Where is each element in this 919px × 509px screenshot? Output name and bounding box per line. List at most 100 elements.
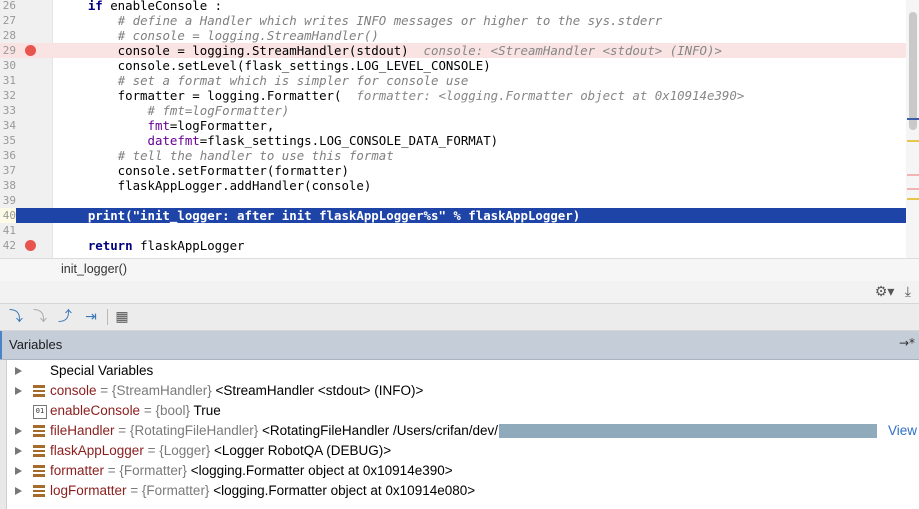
expand-arrow-icon[interactable]: [15, 367, 22, 375]
breadcrumb-function[interactable]: init_logger(): [61, 262, 127, 276]
bool-type-icon: 01: [33, 405, 47, 419]
step-into-my-code-icon[interactable]: ⤵: [8, 309, 24, 325]
code-token: # console = logging.StreamHandler(): [117, 28, 379, 43]
code-line[interactable]: 39: [0, 193, 906, 208]
line-number[interactable]: 41: [0, 223, 16, 238]
variable-row[interactable]: fileHandler = {RotatingFileHandler} <Rot…: [7, 421, 919, 441]
code-text[interactable]: if enableConsole :: [58, 0, 906, 13]
variable-row[interactable]: logFormatter = {Formatter} <logging.Form…: [7, 481, 919, 501]
run-to-cursor-icon[interactable]: ⇥: [83, 309, 99, 325]
line-number[interactable]: 37: [0, 163, 16, 178]
code-text[interactable]: return flaskAppLogger: [58, 238, 906, 253]
line-number[interactable]: 39: [0, 193, 16, 208]
code-line[interactable]: 42 return flaskAppLogger: [0, 238, 906, 253]
code-text[interactable]: console.setFormatter(formatter): [58, 163, 906, 178]
line-number[interactable]: 31: [0, 73, 16, 88]
line-number[interactable]: 26: [0, 0, 16, 13]
line-number[interactable]: 33: [0, 103, 16, 118]
line-number[interactable]: 29: [0, 43, 16, 58]
code-text[interactable]: # tell the handler to use this format: [58, 148, 906, 163]
code-line[interactable]: 29 console = logging.StreamHandler(stdou…: [0, 43, 906, 58]
expand-arrow-icon[interactable]: [15, 487, 22, 495]
code-text[interactable]: datefmt=flask_settings.LOG_CONSOLE_DATA_…: [58, 133, 906, 148]
pin-icon[interactable]: →*: [899, 336, 915, 350]
evaluate-expression-icon[interactable]: ▦: [114, 309, 130, 325]
gear-icon[interactable]: ⚙▾: [875, 284, 895, 300]
variable-value: True: [193, 403, 221, 418]
code-token: formatter = logging.Formatter(: [58, 88, 357, 103]
line-number[interactable]: 28: [0, 28, 16, 43]
line-number[interactable]: 40: [0, 208, 16, 223]
code-token: datefmt: [147, 133, 200, 148]
debug-panel-controls: ⚙▾ ⤓: [875, 284, 911, 300]
code-line[interactable]: 26 if enableConsole :: [0, 0, 906, 13]
code-text[interactable]: # define a Handler which writes INFO mes…: [58, 13, 906, 28]
variable-row[interactable]: Special Variables: [7, 361, 919, 381]
code-line[interactable]: 30 console.setLevel(flask_settings.LOG_L…: [0, 58, 906, 73]
code-line[interactable]: 34 fmt=logFormatter,: [0, 118, 906, 133]
line-number[interactable]: 27: [0, 13, 16, 28]
line-number[interactable]: 42: [0, 238, 16, 253]
code-text[interactable]: console = logging.StreamHandler(stdout) …: [58, 43, 906, 58]
line-number[interactable]: 32: [0, 88, 16, 103]
code-line[interactable]: 28 # console = logging.StreamHandler(): [0, 28, 906, 43]
code-token: formatter: <logging.Formatter object at …: [356, 88, 745, 103]
code-text[interactable]: console.setLevel(flask_settings.LOG_LEVE…: [58, 58, 906, 73]
editor-scrollbar[interactable]: [906, 0, 919, 258]
variable-name: Special Variables: [50, 363, 154, 378]
code-token: flaskAppLogger: [132, 238, 245, 253]
code-text[interactable]: # set a format which is simpler for cons…: [58, 73, 906, 88]
variable-value: <logging.Formatter object at 0x10914e390…: [190, 463, 453, 478]
line-number[interactable]: 30: [0, 58, 16, 73]
line-number[interactable]: 38: [0, 178, 16, 193]
expand-arrow-icon[interactable]: [15, 427, 22, 435]
line-number[interactable]: 34: [0, 118, 16, 133]
code-line[interactable]: 27 # define a Handler which writes INFO …: [0, 13, 906, 28]
code-token: console: <StreamHandler <stdout> (INFO)>: [423, 43, 722, 58]
variable-text: console = {StreamHandler} <StreamHandler…: [50, 381, 423, 401]
breadcrumb[interactable]: init_logger(): [0, 258, 919, 281]
variable-row[interactable]: 01 enableConsole = {bool} True: [7, 401, 919, 421]
variable-row[interactable]: formatter = {Formatter} <logging.Formatt…: [7, 461, 919, 481]
line-number[interactable]: 36: [0, 148, 16, 163]
code-line[interactable]: 41: [0, 223, 906, 238]
code-line[interactable]: 32 formatter = logging.Formatter( format…: [0, 88, 906, 103]
code-text[interactable]: fmt=logFormatter,: [58, 118, 906, 133]
code-text[interactable]: flaskAppLogger.addHandler(console): [58, 178, 906, 193]
expand-arrow-icon[interactable]: [15, 387, 22, 395]
breakpoint-icon[interactable]: [25, 45, 36, 56]
variable-type: = {RotatingFileHandler}: [114, 423, 263, 438]
code-line[interactable]: 40 print("init_logger: after init flaskA…: [0, 208, 906, 223]
code-line[interactable]: 38 flaskAppLogger.addHandler(console): [0, 178, 906, 193]
line-number[interactable]: 35: [0, 133, 16, 148]
variable-row[interactable]: flaskAppLogger = {Logger} <Logger RobotQ…: [7, 441, 919, 461]
object-type-icon: [33, 465, 45, 477]
step-out-icon[interactable]: ⤴: [57, 309, 73, 325]
code-line[interactable]: 35 datefmt=flask_settings.LOG_CONSOLE_DA…: [0, 133, 906, 148]
variable-row[interactable]: console = {StreamHandler} <StreamHandler…: [7, 381, 919, 401]
code-token: # set a format which is simpler for cons…: [117, 73, 469, 88]
code-line[interactable]: 33 # fmt=logFormatter): [0, 103, 906, 118]
code-line[interactable]: 36 # tell the handler to use this format: [0, 148, 906, 163]
code-line[interactable]: 31 # set a format which is simpler for c…: [0, 73, 906, 88]
redacted-path: [499, 424, 877, 439]
expand-arrow-icon[interactable]: [15, 467, 22, 475]
code-editor[interactable]: 26 if enableConsole :27 # define a Handl…: [0, 0, 919, 258]
object-type-icon: [33, 425, 45, 437]
side-tool-strip[interactable]: [0, 360, 7, 509]
code-token: print("init_logger: after init flaskAppL…: [58, 208, 581, 223]
code-text[interactable]: # fmt=logFormatter): [58, 103, 906, 118]
code-line[interactable]: 37 console.setFormatter(formatter): [0, 163, 906, 178]
expand-arrow-icon[interactable]: [15, 447, 22, 455]
download-icon[interactable]: ⤓: [905, 284, 911, 300]
editor-scroll-thumb[interactable]: [909, 12, 917, 130]
code-token: console = logging.StreamHandler(stdout): [58, 43, 424, 58]
variable-name: console: [50, 383, 97, 398]
code-text[interactable]: print("init_logger: after init flaskAppL…: [58, 208, 906, 223]
code-text[interactable]: formatter = logging.Formatter( formatter…: [58, 88, 906, 103]
code-text[interactable]: # console = logging.StreamHandler(): [58, 28, 906, 43]
view-link[interactable]: View: [888, 421, 917, 441]
step-over-disabled-icon[interactable]: ⤵: [32, 309, 48, 325]
breakpoint-icon[interactable]: [25, 240, 36, 251]
